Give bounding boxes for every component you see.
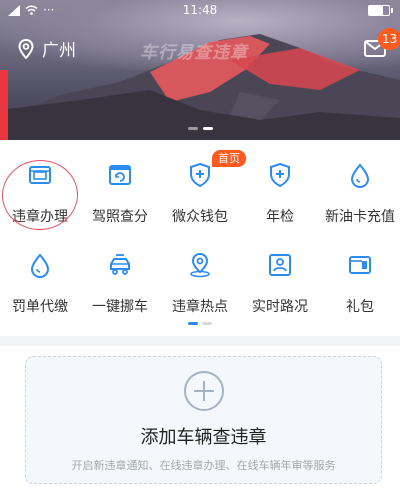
city-selector[interactable]: 广州 [18,36,76,61]
add-vehicle-card[interactable]: 添加车辆查违章 开启新违章通知、在线违章办理、在线车辆年审等服务 [25,356,382,484]
traffic-map-icon [269,254,291,276]
grid-item-wallet[interactable]: 首页 微众钱包 [160,150,246,230]
plus-circle-icon[interactable] [184,371,224,411]
grid-item-label: 实时路况 [252,299,308,315]
grid-item-fuel-card[interactable]: 新油卡充值 [320,150,400,230]
message-button[interactable]: 13 [364,28,400,61]
wallet-shield-icon [190,162,210,188]
status-bar: ··· 11:48 [0,0,400,22]
city-name: 广州 [42,41,76,61]
grid-item-label: 违章热点 [172,299,228,315]
banner-watermark: 车行易查违章 [140,43,248,63]
grid-item-label: 罚单代缴 [12,299,68,315]
battery-icon [368,5,393,16]
grid-item-label: 驾照查分 [92,209,148,225]
fuel-drop-icon [350,163,370,188]
inspection-shield-icon [270,162,290,188]
fine-drop-icon [30,253,50,278]
grid-item-label: 年检 [266,209,294,225]
status-time: 11:48 [182,3,218,17]
add-vehicle-subtitle: 开启新违章通知、在线违章办理、在线车辆年审等服务 [71,459,336,472]
grid-item-move-car[interactable]: 一键挪车 [80,240,160,320]
grid-page-dot-active [188,322,198,325]
grid-item-license-score[interactable]: 驾照查分 [80,150,160,230]
location-pin-icon [190,252,210,278]
grid-item-label: 一键挪车 [92,299,148,315]
license-score-icon [109,165,131,185]
banner-pagination [188,127,213,130]
grid-item-label: 微众钱包 [172,209,228,225]
grid-item-fine-payment[interactable]: 罚单代缴 [0,240,80,320]
grid-item-live-traffic[interactable]: 实时路况 [240,240,320,320]
banner-dot [188,127,198,130]
location-icon [18,38,34,59]
grid-pagination [188,322,212,325]
feature-row-2: 罚单代缴 一键挪车 违章热点 实时路况 礼包 [0,240,400,320]
grid-item-label: 新油卡充值 [325,209,395,225]
gift-card-icon [349,256,371,274]
grid-item-violation-hotspot[interactable]: 违章热点 [160,240,240,320]
move-car-icon [110,254,130,275]
grid-page-dot [202,322,212,325]
banner-dot-active [203,127,213,130]
section-divider [0,336,400,346]
add-vehicle-title: 添加车辆查违章 [140,427,267,448]
grid-item-inspection[interactable]: 年检 [240,150,320,230]
grid-item-label: 礼包 [346,299,374,315]
message-count-badge: 13 [378,28,400,50]
banner-red-strip [0,70,8,140]
grid-item-gift-pack[interactable]: 礼包 [320,240,400,320]
